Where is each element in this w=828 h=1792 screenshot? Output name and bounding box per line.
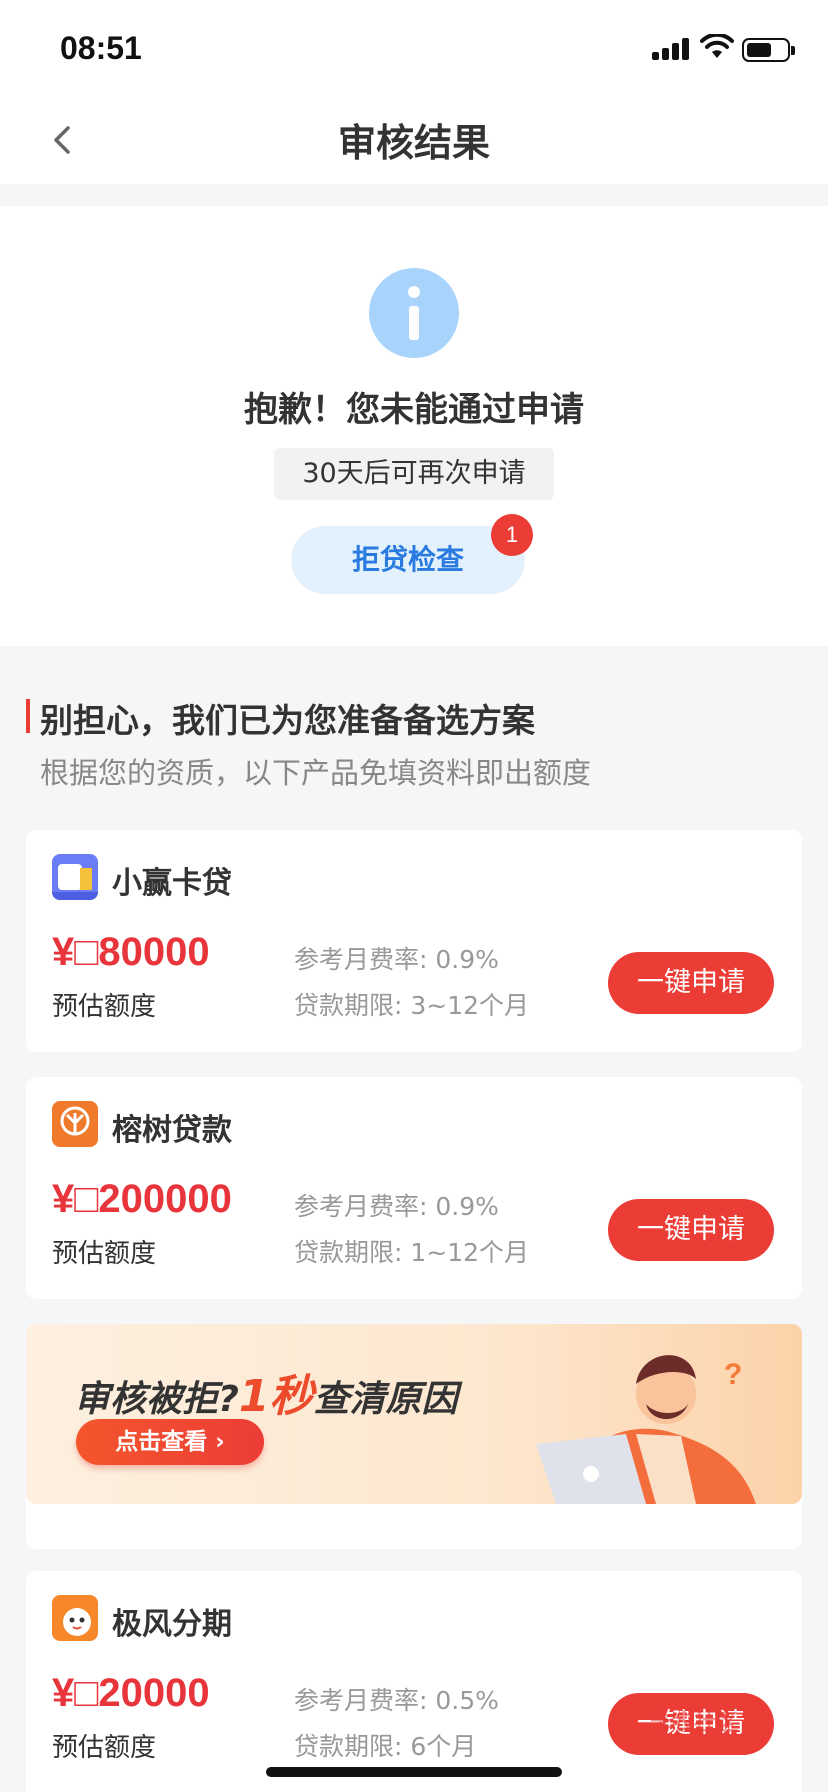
amount-label: 预估额度 <box>52 1733 157 1763</box>
banner-text-before: 审核被拒? <box>74 1379 239 1420</box>
status-bar: 08:51 <box>0 0 828 96</box>
rongshu-tree-logo-icon <box>52 1101 98 1147</box>
product-card[interactable]: 极风分期 ¥□20000 预估额度 参考月费率: 0.5% 贷款期限: 6个月 … <box>26 1571 802 1792</box>
product-name: 极风分期 <box>112 1607 232 1642</box>
status-time: 08:51 <box>60 30 142 66</box>
monthly-rate: 参考月费率: 0.5% <box>294 1686 499 1715</box>
result-card: 抱歉！您未能通过申请 30天后可再次申请 拒贷检查 1 <box>0 206 828 646</box>
monthly-rate: 参考月费率: 0.9% <box>294 1192 499 1221</box>
jifeng-logo-icon <box>52 1595 98 1641</box>
loan-rejection-check-button[interactable]: 拒贷检查 <box>291 526 525 594</box>
banner-headline: 审核被拒?1秒查清原因 <box>74 1360 458 1424</box>
product-card[interactable]: 榕树贷款 ¥□200000 预估额度 参考月费率: 0.9% 贷款期限: 1~1… <box>26 1077 802 1299</box>
person-with-laptop-illustration: ? <box>536 1355 756 1504</box>
notification-badge: 1 <box>491 514 533 556</box>
product-name: 榕树贷款 <box>112 1113 232 1148</box>
view-now-button[interactable]: 点击查看 › <box>76 1419 264 1465</box>
estimated-amount: ¥□20000 <box>52 1671 210 1715</box>
nav-bar: 审核结果 <box>0 96 828 184</box>
info-icon <box>369 268 459 358</box>
promo-banner-card[interactable]: 审核被拒?1秒查清原因 点击查看 › ? <box>26 1324 802 1549</box>
wifi-icon <box>700 34 734 58</box>
product-card[interactable]: 小赢卡贷 ¥□80000 预估额度 参考月费率: 0.9% 贷款期限: 3~12… <box>26 830 802 1052</box>
xiaoying-logo-icon <box>52 854 98 900</box>
loan-term: 贷款期限: 6个月 <box>294 1732 477 1761</box>
apply-button[interactable]: 一键申请 <box>608 952 774 1014</box>
svg-text:?: ? <box>724 1358 742 1391</box>
retry-note: 30天后可再次申请 <box>274 448 554 500</box>
amount-label: 预估额度 <box>52 992 157 1022</box>
apply-button[interactable]: 一键申请 <box>608 1199 774 1261</box>
promo-banner[interactable]: 审核被拒?1秒查清原因 点击查看 › ? <box>26 1324 802 1504</box>
estimated-amount: ¥□200000 <box>52 1177 232 1221</box>
loan-term: 贷款期限: 3~12个月 <box>294 991 530 1020</box>
banner-text-after: 查清原因 <box>313 1379 458 1420</box>
monthly-rate: 参考月费率: 0.9% <box>294 945 499 974</box>
section-subtitle: 根据您的资质，以下产品免填资料即出额度 <box>40 756 592 790</box>
page-title: 审核结果 <box>337 121 490 165</box>
battery-icon <box>742 38 795 62</box>
product-name: 小赢卡贷 <box>112 866 232 901</box>
loan-term: 贷款期限: 1~12个月 <box>294 1238 530 1267</box>
signal-icon <box>652 38 690 60</box>
section-accent-bar <box>26 699 30 733</box>
home-indicator[interactable] <box>266 1767 562 1777</box>
result-title: 抱歉！您未能通过申请 <box>244 390 584 430</box>
banner-text-accent: 1秒 <box>238 1371 314 1422</box>
watermark: 卡农社区 <box>650 1711 739 1736</box>
section-title: 别担心，我们已为您准备备选方案 <box>40 701 535 740</box>
estimated-amount: ¥□80000 <box>52 930 210 974</box>
amount-label: 预估额度 <box>52 1239 157 1269</box>
